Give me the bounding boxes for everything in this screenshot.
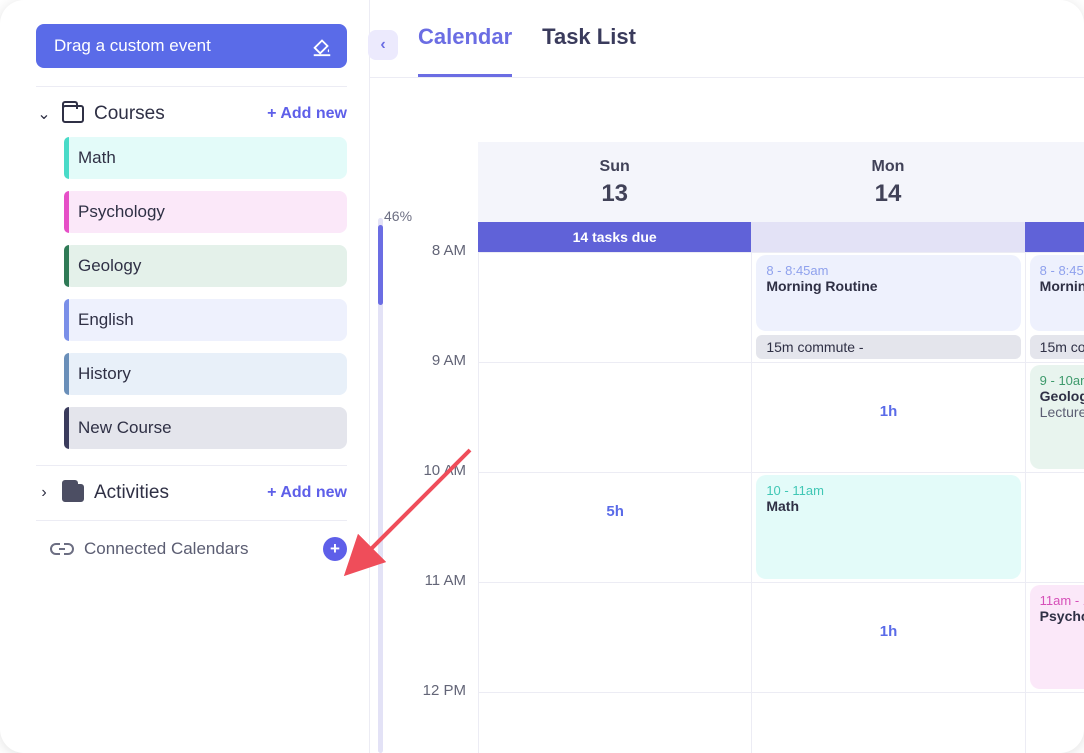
folder-outline-icon: [62, 105, 84, 123]
calendar-cell[interactable]: [478, 472, 751, 582]
drag-custom-event[interactable]: Drag a custom event: [36, 24, 347, 68]
event-time: 8 - 8:45am: [766, 263, 1010, 278]
calendar-grid: Sun 13 Mon 14 Tue 15 14 tasks due 2 task…: [398, 78, 1084, 753]
event-time: 9 - 10am: [1040, 373, 1084, 388]
hour-label: 9 AM: [398, 352, 478, 462]
course-item-psychology[interactable]: Psychology: [64, 191, 347, 233]
course-label: History: [78, 364, 131, 384]
hour-label: 8 AM: [398, 242, 478, 352]
event-time: 10 - 11am: [766, 483, 1010, 498]
chevron-right-icon[interactable]: ›: [36, 484, 52, 502]
event-subtitle: Lecture: [1040, 404, 1084, 420]
day-name: Mon: [751, 158, 1024, 176]
event-title: Math: [766, 498, 1010, 514]
course-label: Math: [78, 148, 116, 168]
tab-calendar[interactable]: Calendar: [418, 24, 512, 77]
day-column-tue[interactable]: Tue 15: [1025, 142, 1084, 222]
course-item-english[interactable]: English: [64, 299, 347, 341]
chevron-down-icon[interactable]: ⌄: [36, 104, 52, 124]
add-activity-button[interactable]: + Add new: [267, 484, 347, 502]
day-column-mon[interactable]: Mon 14: [751, 142, 1024, 222]
calendar-cell[interactable]: [478, 692, 751, 753]
main-panel: ‹ Calendar Task List 46% Sun 13 Mon 14: [370, 0, 1084, 753]
calendar-cell[interactable]: 1h: [751, 582, 1024, 692]
link-icon: [50, 542, 72, 556]
calendar-cell[interactable]: 10 - 11am Math: [751, 472, 1024, 582]
course-item-new[interactable]: New Course: [64, 407, 347, 449]
course-label: Psychology: [78, 202, 165, 222]
calendar-cell[interactable]: 8 - 8:45am Morning Routine 15m commute -: [1025, 252, 1084, 362]
course-label: English: [78, 310, 134, 330]
calendar-cell[interactable]: 1h: [751, 362, 1024, 472]
event-title: Psychology: [1040, 608, 1084, 624]
courses-title: Courses: [94, 103, 257, 125]
event-commute[interactable]: 15m commute -: [756, 335, 1020, 359]
day-column-sun[interactable]: Sun 13: [478, 142, 751, 222]
course-label: Geology: [78, 256, 141, 276]
course-item-history[interactable]: History: [64, 353, 347, 395]
day-number: 14: [751, 180, 1024, 208]
calendar-cell[interactable]: [478, 582, 751, 692]
tab-task-list[interactable]: Task List: [542, 24, 636, 77]
tasks-due-sun[interactable]: 14 tasks due: [478, 222, 751, 252]
event-morning-routine[interactable]: 8 - 8:45am Morning Routine: [756, 255, 1020, 331]
gap-label: 1h: [880, 403, 898, 420]
day-number: 13: [478, 180, 751, 208]
activities-section: › Activities + Add new: [0, 466, 369, 520]
connected-calendars-title: Connected Calendars: [84, 539, 311, 559]
event-psychology[interactable]: 11am - 12pm Psychology: [1030, 585, 1084, 689]
hour-label: 10 AM: [398, 462, 478, 572]
day-name: Tue: [1025, 158, 1084, 176]
event-morning-routine[interactable]: 8 - 8:45am Morning Routine: [1030, 255, 1084, 331]
gap-label: 1h: [880, 623, 898, 640]
event-commute[interactable]: 15m commute -: [1030, 335, 1084, 359]
day-name: Sun: [478, 158, 751, 176]
add-course-button[interactable]: + Add new: [267, 105, 347, 123]
paint-bucket-icon: [311, 35, 333, 57]
tasks-due-mon[interactable]: [751, 222, 1024, 252]
add-connected-calendar-button[interactable]: +: [323, 537, 347, 561]
event-title: 15m commute -: [1040, 339, 1084, 355]
calendar-cell[interactable]: 11am - 12pm Psychology: [1025, 582, 1084, 692]
activities-title: Activities: [94, 482, 257, 504]
calendar-cell[interactable]: 8 - 8:45am Morning Routine 15m commute -: [751, 252, 1024, 362]
event-math[interactable]: 10 - 11am Math: [756, 475, 1020, 579]
hour-label: 11 AM: [398, 572, 478, 682]
tasks-due-tue[interactable]: 2 tasks due: [1025, 222, 1084, 252]
tabs: Calendar Task List: [370, 0, 1084, 78]
event-geology[interactable]: 9 - 10am Geology Lecture: [1030, 365, 1084, 469]
connected-calendars-row: Connected Calendars +: [0, 521, 369, 577]
calendar-cell[interactable]: [478, 362, 751, 472]
hour-label: 12 PM: [398, 682, 478, 753]
course-label: New Course: [78, 418, 172, 438]
calendar-cell[interactable]: 5h: [478, 252, 751, 362]
calendar-cell[interactable]: 9 - 10am Geology Lecture: [1025, 362, 1084, 472]
event-title: Morning Routine: [766, 278, 1010, 294]
scroll-percent: 46%: [384, 208, 412, 224]
calendar-cell[interactable]: 1h: [1025, 472, 1084, 582]
event-title: Geology: [1040, 388, 1084, 404]
event-time: 8 - 8:45am: [1040, 263, 1084, 278]
calendar-cell[interactable]: [751, 692, 1024, 753]
course-item-geology[interactable]: Geology: [64, 245, 347, 287]
event-time: 11am - 12pm: [1040, 593, 1084, 608]
calendar-cell[interactable]: [1025, 692, 1084, 753]
folder-solid-icon: [62, 484, 84, 502]
event-title: Morning Routine: [1040, 278, 1084, 294]
course-item-math[interactable]: Math: [64, 137, 347, 179]
scrollbar-thumb[interactable]: [378, 225, 383, 305]
event-title: 15m commute -: [766, 339, 863, 355]
day-number: 15: [1025, 180, 1084, 208]
collapse-sidebar-button[interactable]: ‹: [368, 30, 398, 60]
sidebar: Drag a custom event ⌄ Courses + Add new …: [0, 0, 370, 753]
drag-label: Drag a custom event: [54, 36, 211, 56]
courses-section: ⌄ Courses + Add new Math Psychology Geol…: [0, 87, 369, 465]
